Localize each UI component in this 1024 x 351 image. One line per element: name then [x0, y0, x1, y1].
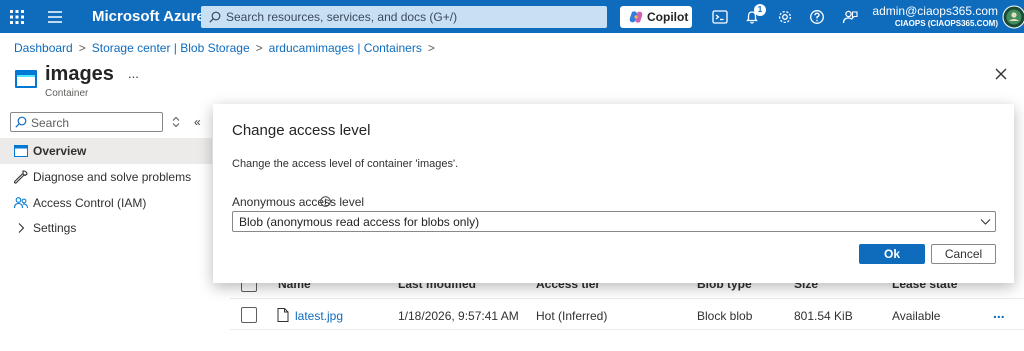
sidebar-item-label: Settings: [33, 221, 77, 235]
global-search-placeholder: Search resources, services, and docs (G+…: [226, 10, 458, 24]
dialog-description: Change the access level of container 'im…: [232, 158, 459, 170]
file-icon: [277, 308, 289, 322]
blob-name-link[interactable]: latest.jpg: [295, 309, 343, 323]
table-row[interactable]: latest.jpg 1/18/2026, 9:57:41 AM Hot (In…: [230, 302, 1024, 330]
app-launcher-icon[interactable]: [10, 10, 24, 24]
cloud-shell-icon[interactable]: [712, 9, 728, 25]
user-tenant: CIAOPS (CIAOPS365.COM): [894, 19, 998, 28]
sidebar-item-access-control[interactable]: Access Control (IAM): [0, 190, 212, 216]
ok-button[interactable]: Ok: [859, 244, 925, 264]
blob-lease: Available: [892, 309, 941, 323]
search-icon: [15, 116, 27, 128]
page-subtitle: Container: [45, 88, 89, 99]
sidebar-item-settings[interactable]: Settings: [0, 215, 212, 241]
copilot-icon: [629, 11, 643, 23]
breadcrumb-separator: >: [255, 41, 263, 55]
change-access-level-dialog: Change access level Change the access le…: [213, 104, 1014, 283]
azure-brand-link[interactable]: Microsoft Azure: [92, 8, 205, 25]
wrench-icon: [14, 170, 28, 184]
access-level-dropdown[interactable]: Blob (anonymous read access for blobs on…: [232, 211, 996, 232]
chevron-right-icon: [18, 223, 25, 233]
access-level-selected-value: Blob (anonymous read access for blobs on…: [239, 215, 480, 229]
global-search-input[interactable]: Search resources, services, and docs (G+…: [201, 6, 607, 28]
breadcrumb-dashboard[interactable]: Dashboard: [14, 41, 73, 55]
blob-size: 801.54 KiB: [794, 309, 853, 323]
page-title: images: [45, 63, 114, 85]
breadcrumb: Dashboard > Storage center | Blob Storage >…: [14, 41, 441, 55]
sidebar-item-overview[interactable]: Overview: [0, 138, 212, 164]
collapse-sidebar-button[interactable]: «: [194, 115, 201, 129]
breadcrumb-separator: >: [427, 41, 435, 55]
blob-type: Block blob: [697, 309, 753, 323]
sidebar-search-placeholder: Search: [31, 116, 70, 130]
sidebar-item-diagnose[interactable]: Diagnose and solve problems: [0, 164, 212, 190]
sidebar-item-label: Overview: [33, 144, 87, 158]
info-icon[interactable]: [320, 196, 331, 207]
row-checkbox[interactable]: [241, 307, 257, 323]
top-bar: Microsoft Azure Search resources, servic…: [0, 0, 1024, 33]
notification-badge: 1: [754, 4, 766, 16]
search-icon: [209, 11, 221, 23]
account-menu[interactable]: admin@ciaops365.com CIAOPS (CIAOPS365.CO…: [862, 4, 998, 28]
breadcrumb-storage-center[interactable]: Storage center | Blob Storage: [92, 41, 250, 55]
help-question-icon[interactable]: [809, 9, 825, 25]
cancel-button[interactable]: Cancel: [931, 244, 996, 264]
copilot-button[interactable]: Copilot: [620, 6, 692, 28]
sort-updown-icon[interactable]: [172, 116, 180, 128]
row-more-button[interactable]: ...: [993, 305, 1005, 321]
dialog-title: Change access level: [232, 122, 371, 139]
breadcrumb-separator: >: [78, 41, 86, 55]
avatar[interactable]: [1002, 5, 1024, 29]
chevron-down-icon: [980, 219, 991, 225]
close-icon[interactable]: [994, 67, 1008, 81]
feedback-icon[interactable]: [842, 9, 858, 25]
settings-gear-icon[interactable]: [777, 9, 793, 25]
copilot-label: Copilot: [647, 10, 689, 24]
sidebar-search-input[interactable]: Search: [10, 112, 163, 132]
access-level-label: Anonymous access level: [232, 195, 365, 209]
container-icon: [15, 70, 37, 88]
user-email: admin@ciaops365.com: [872, 4, 998, 18]
hamburger-menu-icon[interactable]: [48, 11, 62, 23]
blob-modified: 1/18/2026, 9:57:41 AM: [398, 309, 519, 323]
overview-icon: [14, 145, 28, 157]
more-actions-button[interactable]: ...: [128, 66, 139, 81]
breadcrumb-containers[interactable]: arducamimages | Containers: [269, 41, 422, 55]
sidebar-item-label: Diagnose and solve problems: [33, 170, 192, 184]
people-icon: [14, 197, 28, 209]
sidebar-item-label: Access Control (IAM): [33, 196, 147, 210]
blob-tier: Hot (Inferred): [536, 309, 608, 323]
